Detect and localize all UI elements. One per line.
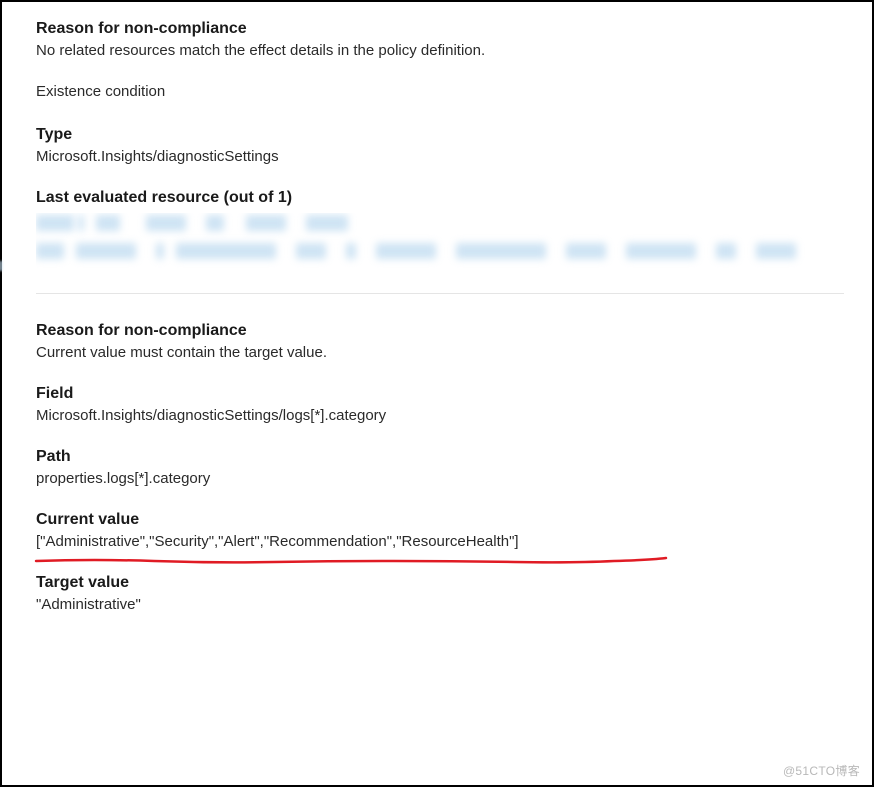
reason-heading-2: Reason for non-compliance <box>36 322 844 340</box>
path-heading: Path <box>36 448 844 466</box>
field-value: Microsoft.Insights/diagnosticSettings/lo… <box>36 407 844 424</box>
watermark-text: @51CTO博客 <box>783 762 860 779</box>
redacted-resource-id <box>36 213 844 269</box>
left-edge-artifact <box>0 261 2 271</box>
target-value-text: "Administrative" <box>36 596 844 613</box>
existence-condition-label: Existence condition <box>36 83 844 100</box>
current-value-heading: Current value <box>36 511 844 529</box>
section-divider <box>36 293 844 294</box>
type-heading: Type <box>36 126 844 144</box>
target-value-heading: Target value <box>36 574 844 592</box>
compliance-details-panel: Reason for non-compliance No related res… <box>2 2 872 785</box>
reason-heading-1: Reason for non-compliance <box>36 20 844 38</box>
last-evaluated-heading: Last evaluated resource (out of 1) <box>36 189 844 207</box>
field-heading: Field <box>36 385 844 403</box>
current-value-text: ["Administrative","Security","Alert","Re… <box>36 533 844 550</box>
annotation-underline-icon <box>34 555 674 567</box>
path-value: properties.logs[*].category <box>36 470 844 487</box>
reason-body-1: No related resources match the effect de… <box>36 42 844 59</box>
type-value: Microsoft.Insights/diagnosticSettings <box>36 148 844 165</box>
reason-body-2: Current value must contain the target va… <box>36 344 844 361</box>
